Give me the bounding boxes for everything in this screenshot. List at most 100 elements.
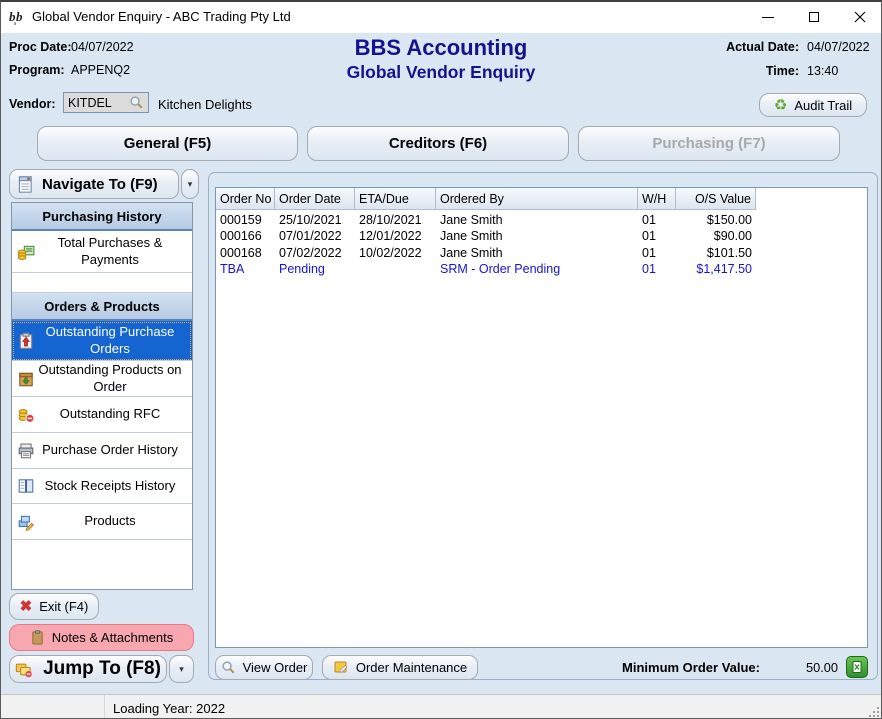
cell-order-no: 000168	[216, 245, 275, 261]
cell-wh: 01	[638, 228, 676, 244]
orders-panel: Order No Order Date ETA/Due Ordered By W…	[208, 172, 878, 680]
sidebar-item-label: Products	[12, 513, 192, 529]
table-row[interactable]: 000168 07/02/2022 10/02/2022 Jane Smith …	[216, 245, 867, 261]
folders-icon	[15, 661, 33, 678]
tab-purchasing-label: Purchasing (F7)	[652, 135, 765, 152]
sidebar-item-total-purchases[interactable]: Total Purchases & Payments	[12, 231, 192, 273]
chevron-down-icon: ▾	[188, 179, 193, 190]
sidebar-item-outstanding-products-on-order[interactable]: Outstanding Products on Order	[12, 361, 192, 397]
view-order-label: View Order	[243, 660, 308, 675]
cell-order-date: 07/02/2022	[275, 245, 355, 261]
cell-ordered-by: Jane Smith	[436, 212, 638, 228]
exit-label: Exit (F4)	[39, 599, 88, 614]
vendor-label: Vendor:	[9, 97, 56, 111]
outstanding-rfc-icon	[17, 406, 35, 424]
cell-eta: 28/10/2021	[355, 212, 436, 228]
order-maintenance-label: Order Maintenance	[356, 660, 467, 675]
col-header-os-value[interactable]: O/S Value	[676, 188, 756, 210]
notes-attachments-label: Notes & Attachments	[52, 630, 173, 645]
sidebar-item-stock-receipts-history[interactable]: Stock Receipts History	[12, 469, 192, 504]
sidebar-navigation: Purchasing History Total Purchases & Pay…	[11, 202, 193, 590]
maximize-button[interactable]	[799, 6, 829, 28]
jump-to-label: Jump To (F8)	[43, 658, 161, 680]
tab-creditors-label: Creditors (F6)	[389, 135, 487, 152]
table-row[interactable]: 000159 25/10/2021 28/10/2021 Jane Smith …	[216, 212, 867, 228]
navigate-to-label: Navigate To (F9)	[42, 176, 158, 193]
export-excel-button[interactable]	[846, 656, 868, 678]
resize-grip[interactable]	[869, 707, 880, 718]
actual-date-label: Actual Date:	[701, 40, 799, 54]
minimum-order-value-label: Minimum Order Value:	[622, 660, 760, 675]
cell-wh: 01	[638, 245, 676, 261]
navigate-to-button[interactable]: Navigate To (F9)	[9, 169, 179, 199]
edit-note-icon	[333, 659, 349, 675]
navigate-to-dropdown[interactable]: ▾	[181, 169, 199, 199]
col-header-ordered-by[interactable]: Ordered By	[436, 188, 638, 210]
cell-order-no: TBA	[216, 261, 275, 277]
sidebar-item-products[interactable]: Products	[12, 504, 192, 540]
cell-order-date: 25/10/2021	[275, 212, 355, 228]
tab-creditors[interactable]: Creditors (F6)	[307, 126, 569, 161]
cell-os-value: $150.00	[676, 212, 756, 228]
tab-general-label: General (F5)	[124, 135, 212, 152]
cell-ordered-by: SRM - Order Pending	[436, 261, 638, 277]
vendor-name: Kitchen Delights	[158, 97, 252, 112]
cell-order-no: 000159	[216, 212, 275, 228]
view-order-button[interactable]: View Order	[215, 655, 313, 680]
tab-general[interactable]: General (F5)	[37, 126, 298, 161]
cell-order-date: Pending	[275, 261, 355, 277]
status-bar: Loading Year: 2022	[1, 694, 882, 719]
svg-text:b: b	[16, 9, 23, 24]
sidebar-empty-space	[12, 540, 192, 589]
sidebar-item-label: Outstanding RFC	[12, 406, 192, 422]
jump-to-dropdown[interactable]: ▾	[169, 655, 194, 683]
col-header-eta-due[interactable]: ETA/Due	[355, 188, 436, 210]
cell-wh: 01	[638, 212, 676, 228]
cell-wh: 01	[638, 261, 676, 277]
outstanding-po-icon	[17, 332, 35, 350]
exit-button[interactable]: ✖ Exit (F4)	[9, 593, 99, 620]
vendor-lookup-search-icon[interactable]	[129, 95, 144, 110]
cell-os-value: $1,417.50	[676, 261, 756, 277]
stock-receipts-icon	[17, 477, 35, 495]
col-header-order-no[interactable]: Order No	[216, 188, 275, 210]
chevron-down-icon: ▾	[179, 664, 184, 675]
excel-grid-icon	[850, 660, 864, 674]
purchases-payments-icon	[17, 243, 35, 261]
col-header-order-date[interactable]: Order Date	[275, 188, 355, 210]
po-history-icon	[17, 442, 35, 460]
audit-trail-label: Audit Trail	[794, 98, 852, 113]
actual-date-value: 04/07/2022	[807, 40, 870, 54]
minimum-order-value: 50.00	[760, 660, 838, 675]
sidebar-item-label: Outstanding Products on Order	[12, 362, 192, 395]
cell-order-no: 000166	[216, 228, 275, 244]
cell-ordered-by: Jane Smith	[436, 228, 638, 244]
minimize-icon	[762, 17, 774, 18]
order-maintenance-button[interactable]: Order Maintenance	[322, 655, 478, 680]
bbs-logo-icon: b b s	[9, 8, 27, 26]
sidebar-section-purchasing-history: Purchasing History	[12, 203, 192, 231]
outstanding-orders-table[interactable]: Order No Order Date ETA/Due Ordered By W…	[215, 187, 868, 648]
sidebar-item-label: Purchase Order History	[12, 442, 192, 458]
col-header-wh[interactable]: W/H	[638, 188, 676, 210]
sidebar-item-outstanding-rfc[interactable]: Outstanding RFC	[12, 397, 192, 433]
recycle-icon: ♻	[774, 98, 787, 113]
form-icon	[18, 176, 33, 193]
jump-to-button[interactable]: Jump To (F8)	[9, 655, 167, 683]
table-row-pending[interactable]: TBA Pending SRM - Order Pending 01 $1,41…	[216, 261, 867, 277]
status-cell	[1, 695, 105, 719]
title-bar: b b s Global Vendor Enquiry - ABC Tradin…	[1, 2, 881, 33]
sidebar-item-purchase-order-history[interactable]: Purchase Order History	[12, 433, 192, 469]
sidebar-empty-row	[12, 273, 192, 293]
cell-eta: 12/01/2022	[355, 228, 436, 244]
close-icon	[854, 11, 866, 23]
app-window: b b s Global Vendor Enquiry - ABC Tradin…	[0, 0, 882, 719]
tab-purchasing[interactable]: Purchasing (F7)	[578, 126, 840, 161]
window-title: Global Vendor Enquiry - ABC Trading Pty …	[32, 9, 291, 24]
audit-trail-button[interactable]: ♻ Audit Trail	[759, 93, 867, 117]
table-row[interactable]: 000166 07/01/2022 12/01/2022 Jane Smith …	[216, 228, 867, 244]
minimize-button[interactable]	[753, 6, 783, 28]
sidebar-item-outstanding-purchase-orders[interactable]: Outstanding Purchase Orders	[12, 321, 192, 361]
close-button[interactable]	[845, 6, 875, 28]
notes-attachments-button[interactable]: Notes & Attachments	[9, 624, 194, 651]
